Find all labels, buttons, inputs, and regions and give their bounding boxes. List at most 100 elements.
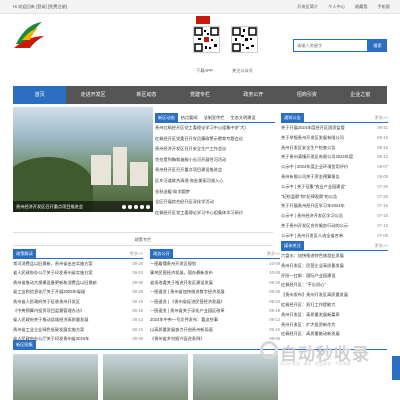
list-item[interactable]: 【贵州发布】贵州开发区高质量发展 [281, 290, 388, 300]
item-date: 08-21 [377, 125, 388, 130]
policy-header: 政策解读 更多>> [13, 249, 143, 259]
news-panel: 新区动态 热点要闻 法制宣传栏 生态文明建设 贵州红枫经开区党工委理论学习中心组… [155, 113, 275, 231]
list-item[interactable]: 金秋送暖·助学圆梦 [155, 187, 275, 198]
list-item[interactable]: 关于开展贵州经开区学习年2024年 07-18 [281, 201, 388, 211]
item-date: 09-10 [132, 270, 143, 276]
media-header: 媒体关注 更多>> [281, 241, 388, 251]
top-link-user-center[interactable]: 个人中心 [328, 4, 345, 10]
list-item[interactable]: 贵州开发区：民营企业高质量发展 [281, 261, 388, 271]
search-button[interactable]: 搜索 [368, 39, 387, 52]
list-item[interactable]: 关于举报贵州开发区发展有限公司 08-19 [281, 133, 388, 143]
list-item[interactable]: 《中央预算内投资项目监督管理办法》 08-15 [13, 306, 143, 315]
item-date: 07-25 [377, 193, 388, 199]
gallery-photo[interactable] [13, 354, 98, 400]
list-item[interactable]: 公示中 | 2024年度企业环境信用评价 08-07 [281, 162, 388, 172]
list-item[interactable]: 常河消费品以旧换新，贵州省出台实施方案 09-20 [13, 259, 143, 268]
list-item[interactable]: 贵州经开区召开重点项目建设推进会 [155, 165, 275, 176]
nav-item-investment[interactable]: 招商引资 [280, 86, 333, 104]
search-input[interactable] [293, 39, 368, 52]
list-item[interactable]: 贵州省工业企业绿色低碳发展实施方案 08-10 [13, 325, 143, 334]
slide-dots [122, 205, 150, 209]
item-title: 关于举报贵州开发区发展有限公司 [281, 134, 344, 140]
item-title: 公示中 | 贵州经济开发区学习公告 [281, 213, 344, 219]
item-date: 10-09 [269, 261, 280, 266]
slide-dot[interactable] [122, 205, 126, 209]
media-more-link[interactable]: 更多>> [375, 241, 388, 250]
tab-ecology[interactable]: 生态文明建设 [227, 113, 258, 122]
policy-more-link[interactable]: 更多>> [130, 249, 143, 258]
item-date: 08-28 [132, 289, 143, 295]
list-item[interactable]: 全区开展综合经开区深化学活动 [155, 197, 275, 208]
tab-hot[interactable]: 热点要闻 [178, 113, 201, 122]
list-item[interactable]: 省发改委关于推进开发区建设发展 09-29 [150, 278, 280, 287]
list-item[interactable]: 贵州省推动大规模设备更新和消费品以旧换新 09-06 [13, 278, 143, 287]
list-item[interactable]: 公示中 | 贵州开发区人选全省名单 07-09 [281, 231, 388, 241]
tab-law[interactable]: 法制宣传栏 [201, 113, 228, 122]
list-item[interactable]: 贵州有限公司关于资金预算报告 08-05 [281, 172, 388, 182]
list-item[interactable]: 开阳一红枫：国际产业园建设 [281, 271, 388, 281]
list-item[interactable]: 省工业和信息化厅关于开展2025年省级 08-28 [13, 287, 143, 296]
item-title: 省工业和信息化厅关于开展2025年省级 [13, 289, 86, 295]
gov-more-link[interactable]: 更多>> [267, 249, 280, 258]
item-title: 贵州开发区安全生产检查公告 [281, 144, 336, 150]
top-link-intro[interactable]: 开发区简介 [297, 4, 318, 10]
list-item[interactable]: 六盘水：加快推进特色旅游业发展 [281, 251, 388, 261]
list-item[interactable]: 一图速览 | 《贵州省促进民营经济发展》 09-23 [150, 297, 280, 306]
hero-slideshow[interactable]: 贵州经济开发区召开重点项目推进会 [13, 107, 153, 212]
item-date: 08-13 [132, 317, 143, 323]
top-link-mobile[interactable]: 手机版 [377, 4, 390, 10]
item-date: 08-07 [377, 164, 388, 170]
nav-item-home[interactable]: 首页 [13, 86, 67, 104]
tab-news[interactable]: 新区动态 [155, 113, 178, 122]
list-item[interactable]: 贵州开发区安全生产检查公告 08-15 [281, 143, 388, 153]
nav-item-about[interactable]: 走进开发区 [66, 86, 119, 104]
slide-dot[interactable] [128, 205, 132, 209]
policy-column: 政策解读 更多>> 常河消费品以旧换新，贵州省出台实施方案 09-20 省人民政府… [13, 249, 143, 344]
list-item[interactable]: 贵州红枫经开区党工委理论学习中心组集中(扩大) [155, 123, 275, 134]
greeting-text[interactable]: Hi 欢迎回来 [登录] [免费注册] [13, 4, 67, 10]
gov-list: 一图看懂贵州开发区规划 10-09 事关民营经济发展，国办最新发布 10-08 省发… [150, 259, 280, 344]
list-item[interactable]: 关于贵州清镇开发区有限公司2024年度 08-12 [281, 152, 388, 162]
list-item[interactable]: 省人民政府办公厅关于印发贵州省实施方案 09-10 [13, 268, 143, 277]
list-item[interactable]: 红枫经开区：双打工作提能力 [281, 300, 388, 310]
list-item[interactable]: "纪检监察"和"纪律观察"的公告 07-25 [281, 192, 388, 202]
slide-dot[interactable] [140, 205, 144, 209]
list-item[interactable]: 以高质量发展奋力开创贵州新局面 09-10 [150, 325, 280, 334]
list-item[interactable]: 关于开展2024年度经开区国资监管 08-21 [281, 123, 388, 133]
nav-item-party[interactable]: 党建专栏 [173, 86, 226, 104]
policy-banner[interactable]: 政策专栏 [13, 232, 273, 246]
list-item[interactable]: 红枫经开区："不忘初心" [281, 280, 388, 290]
list-item[interactable]: 省人民政府关于推动县域经济高质量发展 08-13 [13, 315, 143, 324]
item-date: 07-15 [377, 213, 388, 219]
gallery-photo[interactable] [103, 354, 188, 400]
list-item[interactable]: 一图速览 | 贵州省加快推进数字经济发展 09-26 [150, 287, 280, 296]
list-item[interactable]: 红枫经开区党委召开党员廉政警示教育专题会议 [155, 134, 275, 145]
list-item[interactable]: 贵州开发区：扩大投资新作为 [281, 320, 388, 330]
list-item[interactable]: 区乡河道联合清理·奔赴美丽河湖入心 [155, 176, 275, 187]
list-item[interactable]: 一图看懂贵州开发区规划 10-09 [150, 259, 280, 268]
slide-dot[interactable] [146, 205, 150, 209]
list-item[interactable]: 贵州省人民政府关于征收贵州开发区 08-19 [13, 297, 143, 306]
list-item[interactable]: 贵州经济开发区召开安全生产工作会议 [155, 144, 275, 155]
list-item[interactable]: 关于贵州开发区合作服务行动的公示 07-12 [281, 221, 388, 231]
list-item[interactable]: 公示中 | 贵州经济开发区学习公告 07-15 [281, 211, 388, 221]
top-link-favorite[interactable]: 收藏我 [355, 4, 368, 10]
notice-more-link[interactable]: 更多>> [375, 113, 388, 122]
list-item[interactable]: 红枫经开区党工委理论学习中心组集体学习研讨 [155, 208, 275, 219]
list-item[interactable]: 贵州开发区：高质量发展新篇章 [281, 310, 388, 320]
list-item[interactable]: 2024年中央一号文件发布：要这些事 09-13 [150, 315, 280, 324]
news-tabs: 新区动态 热点要闻 法制宣传栏 生态文明建设 [155, 113, 275, 123]
site-logo[interactable] [12, 18, 46, 52]
list-item[interactable]: 一图速览 | 贵州省关于深化产业园区改革 09-19 [150, 306, 280, 315]
list-item[interactable]: 事关民营经济发展，国办最新发布 10-08 [150, 268, 280, 277]
nav-item-enterprise[interactable]: 企业之窗 [334, 86, 387, 104]
scroll-top-button[interactable] [392, 356, 400, 380]
slide-dot[interactable] [134, 205, 138, 209]
news-list: 贵州红枫经开区党工委理论学习中心组集中(扩大) 红枫经开区党委召开党员廉政警示教… [155, 123, 275, 218]
watermark-subtitle: 自动秒收录 · 来访 · 就会收录 · 今日收录 [280, 361, 351, 366]
item-title: 关于开展贵州经开区学习年2024年 [281, 203, 345, 209]
list-item[interactable]: 克拉提到胸和谐服小长河开展性河活动 [155, 155, 275, 166]
list-item[interactable]: 公示中 | 关于征集"农业产业园建设" 07-29 [281, 182, 388, 192]
nav-item-news[interactable]: 新区动态 [120, 86, 173, 104]
nav-item-gov[interactable]: 政务公开 [227, 86, 280, 104]
